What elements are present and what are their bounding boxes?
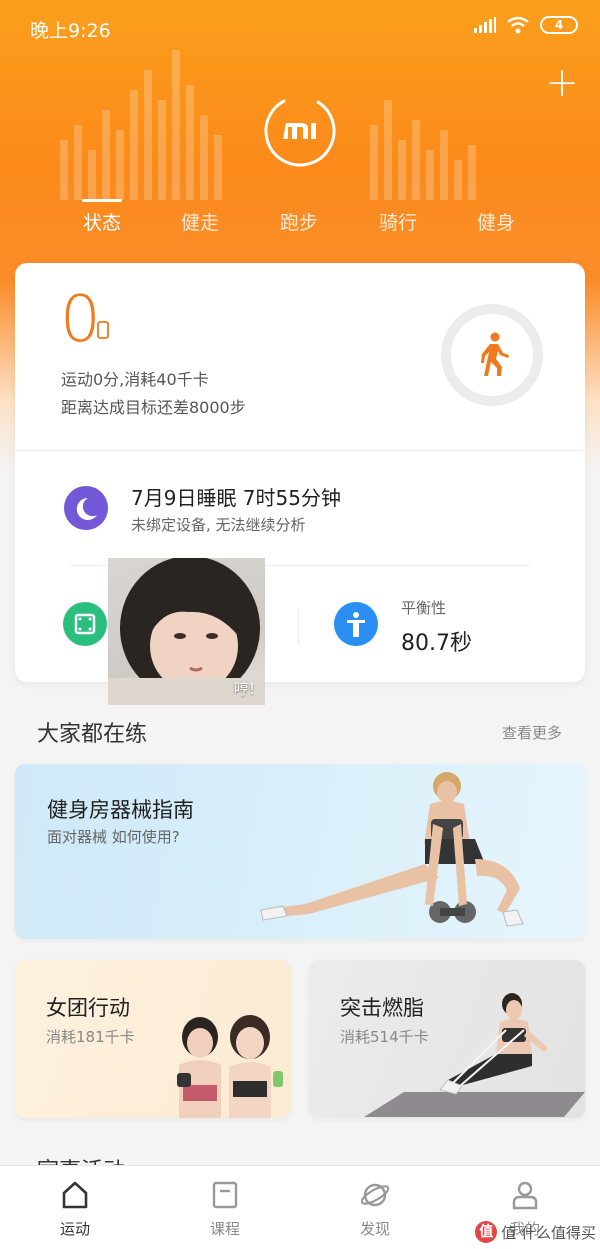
summary-card: 0 运动0分,消耗40千卡 距离达成目标还差8000步 z 7月9日睡眠 7时5… [15,263,585,682]
tab-cycle[interactable]: 骑行 [358,208,438,235]
status-icons: 4 [474,16,578,34]
activity-summary: 运动0分,消耗40千卡 [61,370,209,389]
nav-course[interactable]: 课程 [175,1166,275,1249]
divider [15,450,585,451]
nav-label: 发现 [359,1220,390,1238]
tab-run[interactable]: 跑步 [259,208,339,235]
tab-fitness[interactable]: 健身 [456,208,536,235]
tile-title: 女团行动 [46,996,130,1020]
watermark-text: 值 什么值得买 [501,1223,596,1242]
sleep-title[interactable]: 7月9日睡眠 7时55分钟 [131,482,341,511]
sport-tabs: 状态 健走 跑步 骑行 健身 [0,208,600,248]
status-bar: 晚上9:26 4 [0,0,600,58]
body-test-icon[interactable] [63,602,107,646]
overlay-caption: 哼! [233,680,255,698]
nav-discover[interactable]: 发现 [325,1166,425,1249]
section-title: 大家都在练 [37,722,148,747]
nav-label: 课程 [209,1220,240,1238]
dancers-illustration [177,1015,283,1118]
see-more-link[interactable]: 查看更多 [502,722,562,743]
tab-status[interactable]: 状态 [62,208,142,235]
resistance-band-illustration [364,993,585,1117]
gym-guide-banner[interactable]: 健身房器械指南 面对器械 如何使用? [15,764,585,939]
goal-remaining: 距离达成目标还差8000步 [61,398,246,417]
status-time: 晚上9:26 [30,20,111,42]
bottom-nav: 运动 课程 发现 我的 值 值 什么值得买 [0,1165,600,1249]
battery-icon: 4 [540,16,578,34]
home-icon [62,1181,88,1209]
balance-label: 平衡性 [401,599,447,617]
girl-group-tile[interactable]: 女团行动 消耗181千卡 [15,960,291,1118]
nav-label: 运动 [59,1220,90,1238]
planet-icon [361,1183,389,1207]
nav-sport[interactable]: 运动 [25,1166,125,1249]
mi-logo-icon [264,95,336,167]
balance-icon[interactable] [334,602,378,646]
add-button[interactable]: + [542,63,582,104]
sleep-subtitle: 未绑定设备, 无法继续分析 [131,516,306,534]
phone-icon [97,321,109,339]
tile-subtitle: 消耗181千卡 [46,1028,135,1046]
overlay-photo: 哼! [108,558,265,705]
tab-underline [82,199,122,202]
banner-title: 健身房器械指南 [47,798,194,822]
vertical-divider [298,608,299,644]
watermark: 值 值 什么值得买 [475,1221,596,1243]
watermark-badge: 值 [475,1221,498,1243]
steps-count: 0 [60,283,101,357]
banner-subtitle: 面对器械 如何使用? [47,828,180,846]
balance-value: 80.7秒 [401,631,472,656]
svg-text:z: z [88,499,92,508]
profile-icon [512,1181,538,1210]
sleep-icon: z [64,486,108,530]
course-icon [212,1181,238,1209]
wifi-icon [507,16,529,34]
tab-walk[interactable]: 健走 [160,208,240,235]
fat-burn-tile[interactable]: 突击燃脂 消耗514千卡 [309,960,585,1118]
walk-progress-ring[interactable] [440,303,544,407]
fitness-model-illustration [260,772,524,927]
signal-icon [474,17,496,33]
